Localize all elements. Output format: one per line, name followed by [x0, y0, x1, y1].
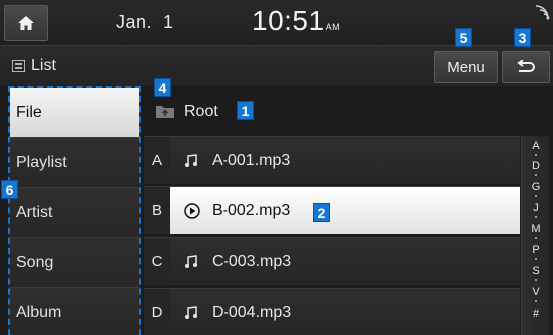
- current-path: Root: [184, 103, 218, 120]
- music-note-icon: [184, 153, 204, 168]
- file-name: C-003.mp3: [212, 252, 292, 270]
- index-separator: [535, 279, 537, 281]
- category-artist[interactable]: Artist: [10, 188, 139, 238]
- row-index-letter: C: [144, 238, 170, 285]
- category-sidebar: File Playlist Artist Song Album: [8, 86, 141, 335]
- folder-up-icon: [156, 106, 174, 118]
- callout-playing: 2: [313, 203, 330, 222]
- index-separator: [535, 195, 537, 197]
- back-arrow-icon: [517, 60, 535, 72]
- index-letter-p[interactable]: P: [522, 244, 550, 256]
- file-item[interactable]: D-004.mp3: [170, 289, 520, 335]
- clock: 10:51AM: [252, 5, 340, 37]
- row-index-letter: B: [144, 187, 170, 234]
- play-circle-icon: [184, 202, 204, 219]
- index-letter-hash[interactable]: #: [522, 308, 550, 320]
- path-row[interactable]: Root: [144, 88, 520, 136]
- file-item[interactable]: C-003.mp3: [170, 238, 520, 285]
- file-row[interactable]: D D-004.mp3: [144, 288, 520, 335]
- alphabet-index-scrollbar[interactable]: A D G J M P S V #: [521, 136, 549, 335]
- music-note-icon: [184, 254, 204, 269]
- index-separator: [535, 237, 537, 239]
- home-icon: [18, 16, 34, 30]
- index-separator: [535, 174, 537, 176]
- index-letter-a[interactable]: A: [522, 140, 550, 152]
- callout-path: 1: [237, 101, 254, 120]
- category-file[interactable]: File: [10, 88, 139, 138]
- file-name: A-001.mp3: [212, 151, 291, 169]
- file-item[interactable]: B-002.mp3: [170, 187, 520, 234]
- category-playlist[interactable]: Playlist: [10, 138, 139, 188]
- file-row[interactable]: C C-003.mp3: [144, 237, 520, 285]
- music-note-icon: [184, 305, 204, 320]
- file-row[interactable]: A A-001.mp3: [144, 136, 520, 184]
- clock-ampm: AM: [325, 22, 341, 32]
- file-name: B-002.mp3: [212, 201, 291, 219]
- callout-menu: 5: [455, 28, 472, 47]
- page-title: List: [12, 57, 56, 75]
- index-letter-s[interactable]: S: [522, 265, 550, 277]
- index-separator: [535, 216, 537, 218]
- row-index-letter: D: [144, 289, 170, 335]
- index-letter-m[interactable]: M: [522, 223, 550, 235]
- file-item[interactable]: A-001.mp3: [170, 137, 520, 184]
- file-row-playing[interactable]: B B-002.mp3: [144, 186, 520, 234]
- clock-time: 10:51: [252, 5, 325, 36]
- callout-folder: 4: [154, 78, 171, 97]
- home-button[interactable]: [4, 5, 48, 41]
- index-separator: [535, 154, 537, 156]
- file-name: D-004.mp3: [212, 303, 292, 321]
- title-bar: List Menu: [0, 46, 553, 86]
- callout-back: 3: [514, 28, 531, 47]
- menu-button[interactable]: Menu: [434, 51, 498, 83]
- index-letter-v[interactable]: V: [522, 286, 550, 298]
- index-letter-j[interactable]: J: [522, 202, 550, 214]
- index-separator: [535, 258, 537, 260]
- category-song[interactable]: Song: [10, 238, 139, 288]
- list-icon: [12, 60, 25, 72]
- row-index-letter: A: [144, 137, 170, 184]
- date-display: Jan. 1: [116, 12, 174, 32]
- page-title-text: List: [31, 57, 56, 74]
- index-letter-d[interactable]: D: [522, 160, 550, 172]
- callout-categories: 6: [1, 180, 18, 199]
- index-separator: [535, 300, 537, 302]
- category-album[interactable]: Album: [10, 288, 139, 335]
- back-button[interactable]: [502, 51, 550, 83]
- wifi-icon: [535, 5, 550, 20]
- index-letter-g[interactable]: G: [522, 181, 550, 193]
